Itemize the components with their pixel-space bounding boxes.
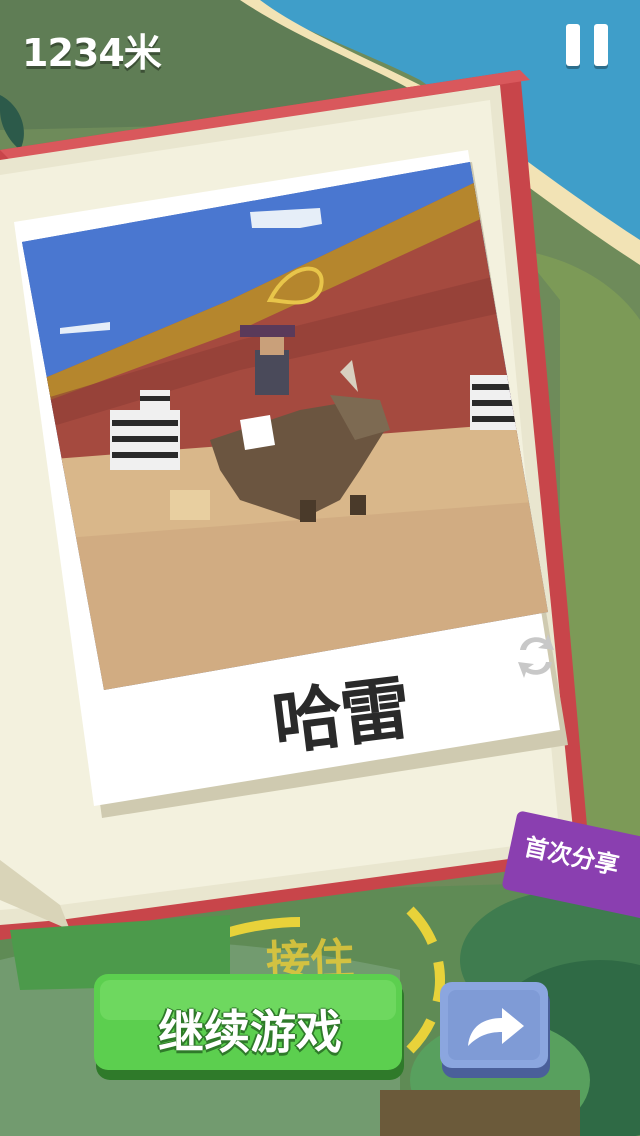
pause-icon (566, 24, 580, 66)
share-arrow-icon (440, 982, 550, 1078)
pause-icon-bar (594, 24, 608, 66)
pause-button[interactable] (566, 24, 610, 66)
continue-game-button[interactable]: 继续游戏 (94, 974, 406, 1082)
share-button[interactable] (440, 982, 552, 1080)
share-promo-text: 首次分享 (521, 832, 622, 881)
continue-button-label: 继续游戏 (158, 1005, 342, 1059)
animal-name: 哈雷 (268, 666, 414, 765)
distance-counter: 1234米 (22, 31, 162, 75)
refresh-icon[interactable] (512, 628, 560, 684)
